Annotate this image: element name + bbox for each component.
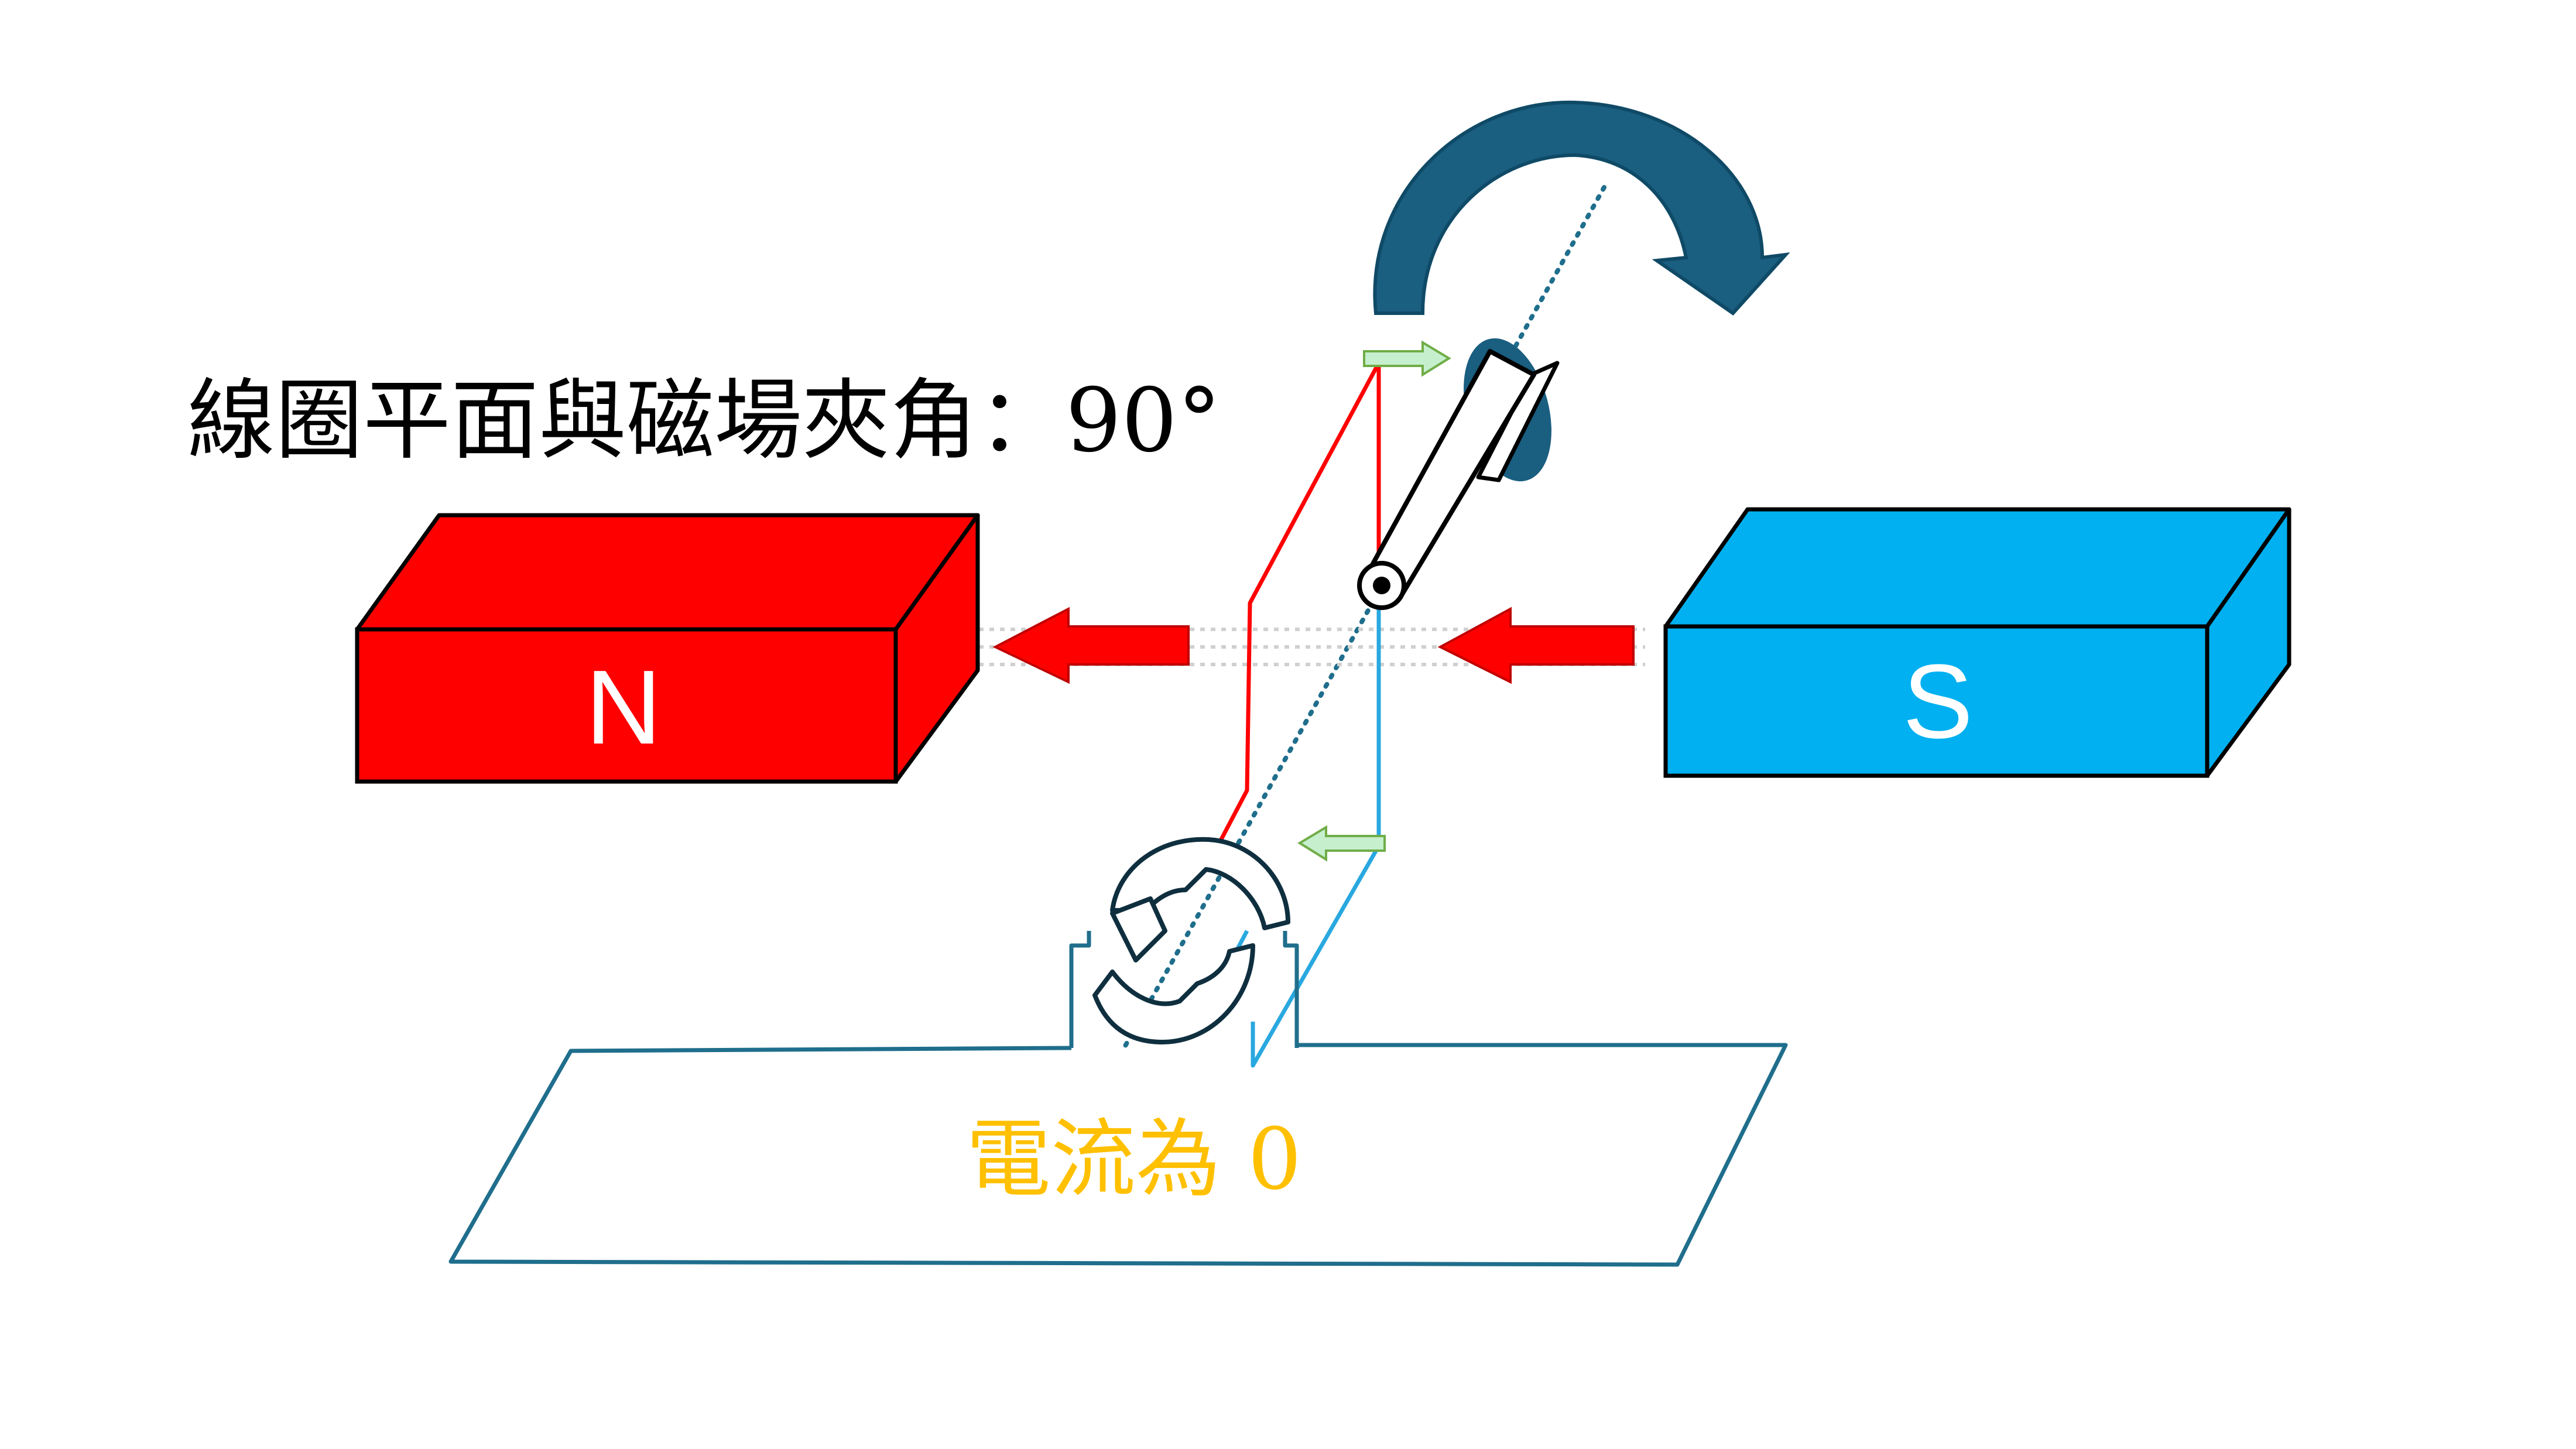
south-label: S [1903, 643, 1973, 761]
south-magnet: S [1663, 507, 2291, 778]
coil-red-wire [1215, 362, 1381, 847]
motor-diagram-stage: 線圈平面與磁場夾角：90° N S 電流為 0 [0, 0, 2576, 1449]
current-status: 電流為 0 [966, 1110, 1301, 1209]
angle-title: 線圈平面與磁場夾角：90° [187, 370, 1221, 472]
field-arrow-left-icon [992, 607, 1190, 684]
field-arrow-right-icon [1437, 607, 1635, 684]
rotation-arrow-icon [1373, 100, 1790, 316]
north-label: N [585, 649, 662, 766]
rotation-axis-line [1122, 185, 1606, 1050]
crank-handle [1357, 338, 1560, 610]
commutator [1092, 837, 1290, 1044]
north-magnet: N [355, 513, 980, 784]
motor-diagram: 線圈平面與磁場夾角：90° N S 電流為 0 [187, 100, 2291, 1267]
